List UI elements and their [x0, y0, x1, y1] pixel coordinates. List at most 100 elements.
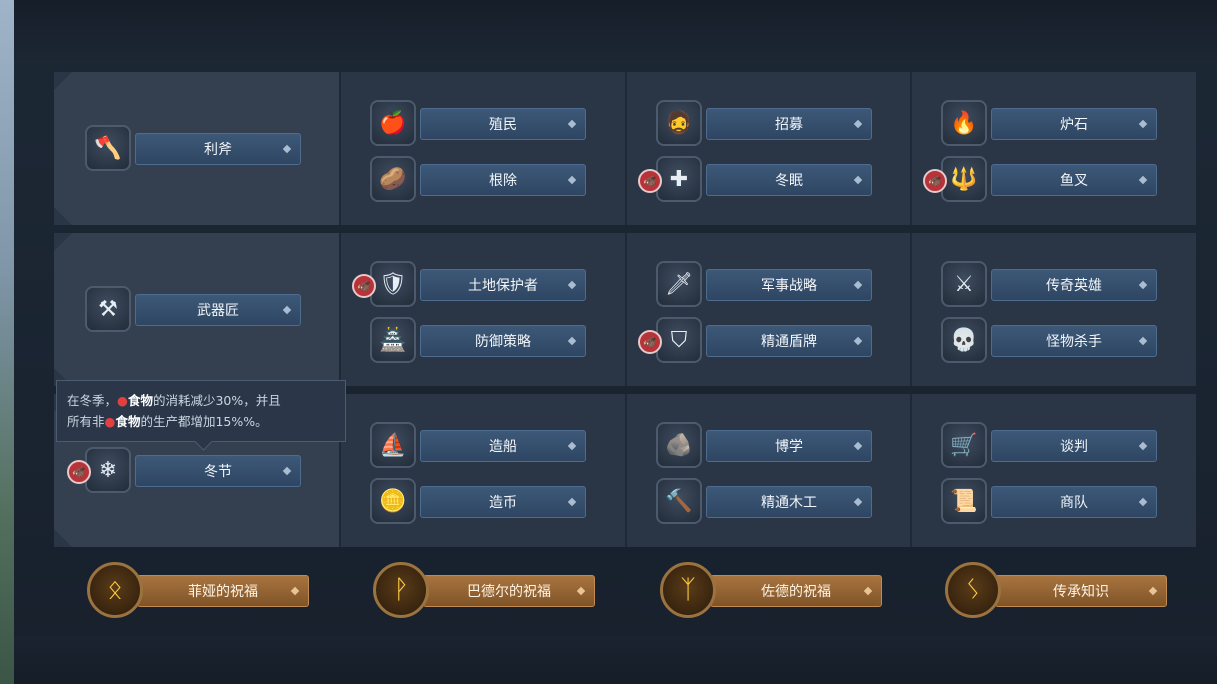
skill-label[interactable]: 冬节 — [135, 455, 301, 487]
skill-node-watchtower[interactable]: 🏯 防御策略 — [370, 317, 590, 365]
caravan-icon[interactable]: 📜 — [941, 478, 987, 524]
skill-node-hearth[interactable]: 🔥 炉石 — [941, 100, 1161, 148]
skill-label[interactable]: 根除 — [420, 164, 586, 196]
axe-icon[interactable]: 🪓 — [85, 125, 131, 171]
rune-algiz-icon[interactable]: ᛉ — [660, 562, 716, 618]
diamond-marker-icon — [567, 175, 577, 185]
blessing-label-text: 佐德的祝福 — [761, 584, 831, 600]
skill-label-text: 根除 — [489, 173, 517, 189]
blessing-1[interactable]: ᛟ 菲娅的祝福 — [87, 562, 311, 620]
rune-wunjo-icon[interactable]: ᚹ — [373, 562, 429, 618]
tooltip-text-4: 的生产都增加15%%。 — [140, 414, 268, 429]
battle-axe-icon[interactable]: ⚔ — [941, 261, 987, 307]
blessing-label[interactable]: 佐德的祝福 — [710, 575, 882, 607]
blessing-label[interactable]: 传承知识 — [995, 575, 1167, 607]
coin-icon[interactable]: 🪙 — [370, 478, 416, 524]
diamond-marker-icon — [282, 305, 292, 315]
blessing-4[interactable]: ᛊ 传承知识 — [945, 562, 1169, 620]
diamond-marker-icon — [1138, 280, 1148, 290]
round-shield-icon[interactable]: ⛉ — [656, 317, 702, 363]
watchtower-icon[interactable]: 🏯 — [370, 317, 416, 363]
hammer-icon[interactable]: 🔨 — [656, 478, 702, 524]
recruit-icon[interactable]: 🧔 — [656, 100, 702, 146]
skill-label[interactable]: 防御策略 — [420, 325, 586, 357]
boar-badge-icon: 🐗 — [352, 274, 376, 298]
blessing-label[interactable]: 巴德尔的祝福 — [423, 575, 595, 607]
food-apple-icon: ● — [117, 393, 128, 408]
blessing-2[interactable]: ᚹ 巴德尔的祝福 — [373, 562, 597, 620]
diamond-marker-icon — [1138, 119, 1148, 129]
skill-node-hammer[interactable]: 🔨 精通木工 — [656, 478, 876, 526]
skill-node-sword[interactable]: 🗡 军事战略 — [656, 261, 876, 309]
blessing-3[interactable]: ᛉ 佐德的祝福 — [660, 562, 884, 620]
skill-label[interactable]: 造船 — [420, 430, 586, 462]
column-divider — [339, 72, 341, 225]
column-divider — [339, 233, 341, 386]
colonist-icon[interactable]: 🍎 — [370, 100, 416, 146]
skill-node-rune-stone[interactable]: 🪨 博学 — [656, 422, 876, 470]
skull-icon[interactable]: 💀 — [941, 317, 987, 363]
skill-node-round-shield[interactable]: ⛉ 精通盾牌 🐗 — [638, 317, 876, 365]
diamond-marker-icon — [853, 119, 863, 129]
skill-node-caravan[interactable]: 📜 商队 — [941, 478, 1161, 526]
skill-label-text: 造船 — [489, 439, 517, 455]
skill-label-text: 怪物杀手 — [1046, 334, 1102, 350]
skill-label[interactable]: 博学 — [706, 430, 872, 462]
skill-label[interactable]: 鱼叉 — [991, 164, 1157, 196]
hibernate-icon[interactable]: ✚ — [656, 156, 702, 202]
skill-node-hibernate[interactable]: ✚ 冬眠 🐗 — [638, 156, 876, 204]
skill-label[interactable]: 冬眠 — [706, 164, 872, 196]
column-divider — [910, 233, 912, 386]
panel-header-shade — [14, 0, 1217, 60]
trade-cart-icon[interactable]: 🛒 — [941, 422, 987, 468]
anvil-icon[interactable]: ⚒ — [85, 286, 131, 332]
skill-label-text: 鱼叉 — [1060, 173, 1088, 189]
skill-label[interactable]: 传奇英雄 — [991, 269, 1157, 301]
skill-node-snowflake[interactable]: ❄ 冬节 🐗 — [67, 447, 305, 495]
hearth-icon[interactable]: 🔥 — [941, 100, 987, 146]
skill-node-battle-axe[interactable]: ⚔ 传奇英雄 — [941, 261, 1161, 309]
skill-node-shield-emblem[interactable]: 🛡 土地保护者 🐗 — [352, 261, 590, 309]
longship-icon[interactable]: ⛵ — [370, 422, 416, 468]
skill-label[interactable]: 造币 — [420, 486, 586, 518]
skill-label[interactable]: 精通木工 — [706, 486, 872, 518]
skill-label[interactable]: 谈判 — [991, 430, 1157, 462]
diamond-marker-icon — [853, 441, 863, 451]
skill-label[interactable]: 武器匠 — [135, 294, 301, 326]
skill-label[interactable]: 土地保护者 — [420, 269, 586, 301]
snowflake-icon[interactable]: ❄ — [85, 447, 131, 493]
skill-node-harpoon[interactable]: 🔱 鱼叉 🐗 — [923, 156, 1161, 204]
rune-stone-icon[interactable]: 🪨 — [656, 422, 702, 468]
skill-label[interactable]: 殖民 — [420, 108, 586, 140]
column-divider — [910, 394, 912, 547]
tooltip-text-2: 的消耗减少30%，并且 — [152, 393, 281, 408]
rune-othala-icon[interactable]: ᛟ — [87, 562, 143, 618]
skill-label[interactable]: 商队 — [991, 486, 1157, 518]
skill-node-skull[interactable]: 💀 怪物杀手 — [941, 317, 1161, 365]
skill-node-coin[interactable]: 🪙 造币 — [370, 478, 590, 526]
blessing-label[interactable]: 菲娅的祝福 — [137, 575, 309, 607]
shield-emblem-icon[interactable]: 🛡 — [370, 261, 416, 307]
uproot-icon[interactable]: 🥔 — [370, 156, 416, 202]
harpoon-icon[interactable]: 🔱 — [941, 156, 987, 202]
skill-node-anvil[interactable]: ⚒ 武器匠 — [85, 286, 305, 334]
skill-label[interactable]: 招募 — [706, 108, 872, 140]
diamond-marker-icon — [853, 280, 863, 290]
skill-node-longship[interactable]: ⛵ 造船 — [370, 422, 590, 470]
skill-node-uproot[interactable]: 🥔 根除 — [370, 156, 590, 204]
rune-sowilo-icon[interactable]: ᛊ — [945, 562, 1001, 618]
skill-node-colonist[interactable]: 🍎 殖民 — [370, 100, 590, 148]
skill-label[interactable]: 炉石 — [991, 108, 1157, 140]
sword-icon[interactable]: 🗡 — [656, 261, 702, 307]
skill-node-recruit[interactable]: 🧔 招募 — [656, 100, 876, 148]
diamond-marker-icon — [290, 586, 300, 596]
skill-label[interactable]: 怪物杀手 — [991, 325, 1157, 357]
skill-label[interactable]: 精通盾牌 — [706, 325, 872, 357]
skill-label[interactable]: 军事战略 — [706, 269, 872, 301]
boar-badge-icon: 🐗 — [67, 460, 91, 484]
skill-label[interactable]: 利斧 — [135, 133, 301, 165]
skill-node-axe[interactable]: 🪓 利斧 — [85, 125, 305, 173]
skill-node-trade-cart[interactable]: 🛒 谈判 — [941, 422, 1161, 470]
skill-label-text: 谈判 — [1060, 439, 1088, 455]
diamond-marker-icon — [1138, 175, 1148, 185]
